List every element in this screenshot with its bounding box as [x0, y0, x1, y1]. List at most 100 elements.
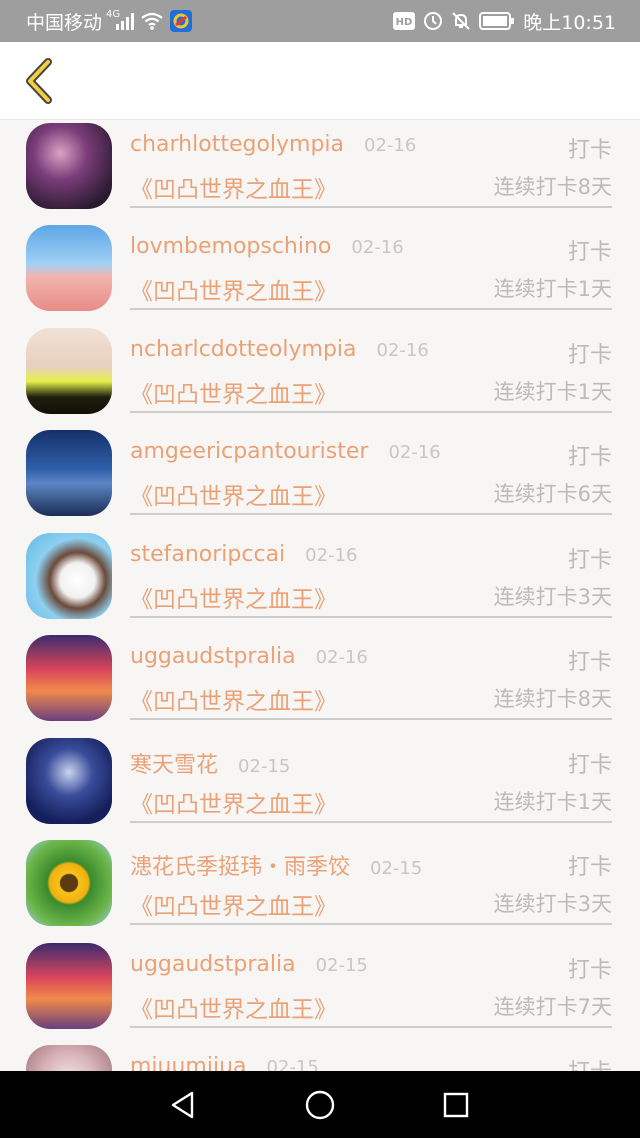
- user-name[interactable]: lovmbemopschino: [130, 234, 331, 259]
- list-item[interactable]: miuumiiua 02-15 打卡: [0, 1042, 640, 1071]
- checkin-date: 02-15: [370, 858, 423, 879]
- avatar[interactable]: [26, 840, 112, 926]
- list-item[interactable]: stefanoripccai 02-16 打卡 《凹凸世界之血王》 连续打卡3天: [0, 530, 640, 632]
- name-line: stefanoripccai 02-16: [130, 542, 357, 572]
- list-item[interactable]: lovmbemopschino 02-16 打卡 《凹凸世界之血王》 连续打卡1…: [0, 222, 640, 324]
- checkin-label: 打卡: [567, 343, 612, 368]
- checkin-label: 打卡: [567, 548, 612, 573]
- book-title[interactable]: 《凹凸世界之血王》: [130, 990, 337, 1024]
- nav-home-button[interactable]: [302, 1087, 338, 1123]
- user-name[interactable]: stefanoripccai: [130, 542, 285, 567]
- list-item[interactable]: uggaudstpralia 02-15 打卡 《凹凸世界之血王》 连续打卡7天: [0, 940, 640, 1042]
- divider: [130, 718, 612, 720]
- list-item[interactable]: 漶花氏季挺玮・雨季饺 02-15 打卡 《凹凸世界之血王》 连续打卡3天: [0, 837, 640, 939]
- book-title[interactable]: 《凹凸世界之血王》: [130, 170, 337, 204]
- name-line: uggaudstpralia 02-15: [130, 952, 368, 982]
- book-title[interactable]: 《凹凸世界之血王》: [130, 272, 337, 306]
- streak-label: 连续打卡1天: [493, 277, 612, 301]
- name-line: amgeericpantourister 02-16: [130, 439, 441, 469]
- avatar[interactable]: [26, 123, 112, 209]
- user-name[interactable]: ncharlcdotteolympia: [130, 337, 357, 362]
- app-notification-icon: [170, 10, 193, 32]
- list-item[interactable]: charhlottegolympia 02-16 打卡 《凹凸世界之血王》 连续…: [0, 120, 640, 222]
- list-item[interactable]: uggaudstpralia 02-16 打卡 《凹凸世界之血王》 连续打卡8天: [0, 632, 640, 734]
- streak-label: 连续打卡3天: [493, 585, 612, 609]
- hd-icon: HD: [393, 12, 416, 30]
- checkin-label: 打卡: [568, 1054, 612, 1071]
- data-saver-icon: [423, 11, 443, 31]
- checkin-date: 02-15: [315, 955, 368, 976]
- list-item[interactable]: ncharlcdotteolympia 02-16 打卡 《凹凸世界之血王》 连…: [0, 325, 640, 427]
- name-line: charhlottegolympia 02-16: [130, 132, 416, 162]
- avatar[interactable]: [26, 943, 112, 1029]
- svg-text:HD: HD: [396, 17, 413, 28]
- checkin-label: 打卡: [567, 855, 612, 880]
- nav-recents-button[interactable]: [438, 1087, 474, 1123]
- name-line: 漶花氏季挺玮・雨季饺 02-15: [130, 849, 423, 881]
- clock: 晚上10:51: [523, 11, 616, 34]
- divider: [130, 411, 612, 413]
- name-line: 寒天雪花 02-15: [130, 747, 291, 779]
- checkin-date: 02-15: [238, 756, 291, 777]
- app-header: [0, 42, 640, 120]
- avatar[interactable]: [26, 225, 112, 311]
- divider: [130, 1026, 612, 1028]
- mute-icon: [451, 11, 471, 31]
- system-nav-bar: [0, 1071, 640, 1138]
- book-title[interactable]: 《凹凸世界之血王》: [130, 682, 337, 716]
- avatar[interactable]: [26, 533, 112, 619]
- avatar[interactable]: [26, 328, 112, 414]
- name-line: lovmbemopschino 02-16: [130, 234, 404, 264]
- checkin-date: 02-16: [364, 135, 417, 156]
- chevron-left-icon: [26, 58, 52, 104]
- list-item[interactable]: amgeericpantourister 02-16 打卡 《凹凸世界之血王》 …: [0, 427, 640, 529]
- streak-label: 连续打卡6天: [493, 482, 612, 506]
- book-title[interactable]: 《凹凸世界之血王》: [130, 580, 337, 614]
- streak-label: 连续打卡8天: [493, 175, 612, 199]
- status-left: 中国移动 4G: [26, 9, 193, 34]
- checkin-label: 打卡: [567, 650, 612, 675]
- avatar[interactable]: [26, 1045, 112, 1071]
- divider: [130, 821, 612, 823]
- checkin-list[interactable]: charhlottegolympia 02-16 打卡 《凹凸世界之血王》 连续…: [0, 120, 640, 1071]
- user-name[interactable]: miuumiiua: [130, 1054, 247, 1071]
- status-right: HD 晚上10:51: [393, 9, 616, 34]
- streak-label: 连续打卡1天: [493, 790, 612, 814]
- divider: [130, 616, 612, 618]
- checkin-date: 02-16: [376, 340, 429, 361]
- user-name[interactable]: 漶花氏季挺玮・雨季饺: [130, 849, 350, 881]
- book-title[interactable]: 《凹凸世界之血王》: [130, 375, 337, 409]
- streak-label: 连续打卡7天: [493, 995, 612, 1019]
- user-name[interactable]: amgeericpantourister: [130, 439, 368, 464]
- avatar[interactable]: [26, 430, 112, 516]
- checkin-label: 打卡: [567, 138, 612, 163]
- streak-label: 连续打卡3天: [493, 892, 612, 916]
- list-item[interactable]: 寒天雪花 02-15 打卡 《凹凸世界之血王》 连续打卡1天: [0, 735, 640, 837]
- name-line: ncharlcdotteolympia 02-16: [130, 337, 429, 367]
- book-title[interactable]: 《凹凸世界之血王》: [130, 785, 337, 819]
- nav-back-button[interactable]: [165, 1087, 201, 1123]
- name-line: uggaudstpralia 02-16: [130, 644, 368, 674]
- user-name[interactable]: 寒天雪花: [130, 747, 218, 779]
- checkin-date: 02-16: [388, 442, 441, 463]
- user-name[interactable]: uggaudstpralia: [130, 644, 296, 669]
- back-triangle-icon: [171, 1091, 194, 1119]
- checkin-label: 打卡: [567, 753, 612, 778]
- book-title[interactable]: 《凹凸世界之血王》: [130, 477, 337, 511]
- avatar[interactable]: [26, 635, 112, 721]
- battery-icon: [479, 12, 515, 30]
- checkin-label: 打卡: [567, 958, 612, 983]
- status-bar: 中国移动 4G HD 晚上10:51: [0, 0, 640, 42]
- user-name[interactable]: uggaudstpralia: [130, 952, 296, 977]
- streak-label: 连续打卡8天: [493, 687, 612, 711]
- back-button[interactable]: [14, 56, 64, 106]
- checkin-date: 02-16: [315, 647, 368, 668]
- avatar[interactable]: [26, 738, 112, 824]
- user-name[interactable]: charhlottegolympia: [130, 132, 344, 157]
- checkin-date: 02-16: [351, 237, 404, 258]
- book-title[interactable]: 《凹凸世界之血王》: [130, 887, 337, 921]
- signal-icon: 4G: [106, 9, 135, 31]
- recents-square-icon: [443, 1092, 469, 1118]
- checkin-date: 02-16: [305, 545, 358, 566]
- streak-label: 连续打卡1天: [493, 380, 612, 404]
